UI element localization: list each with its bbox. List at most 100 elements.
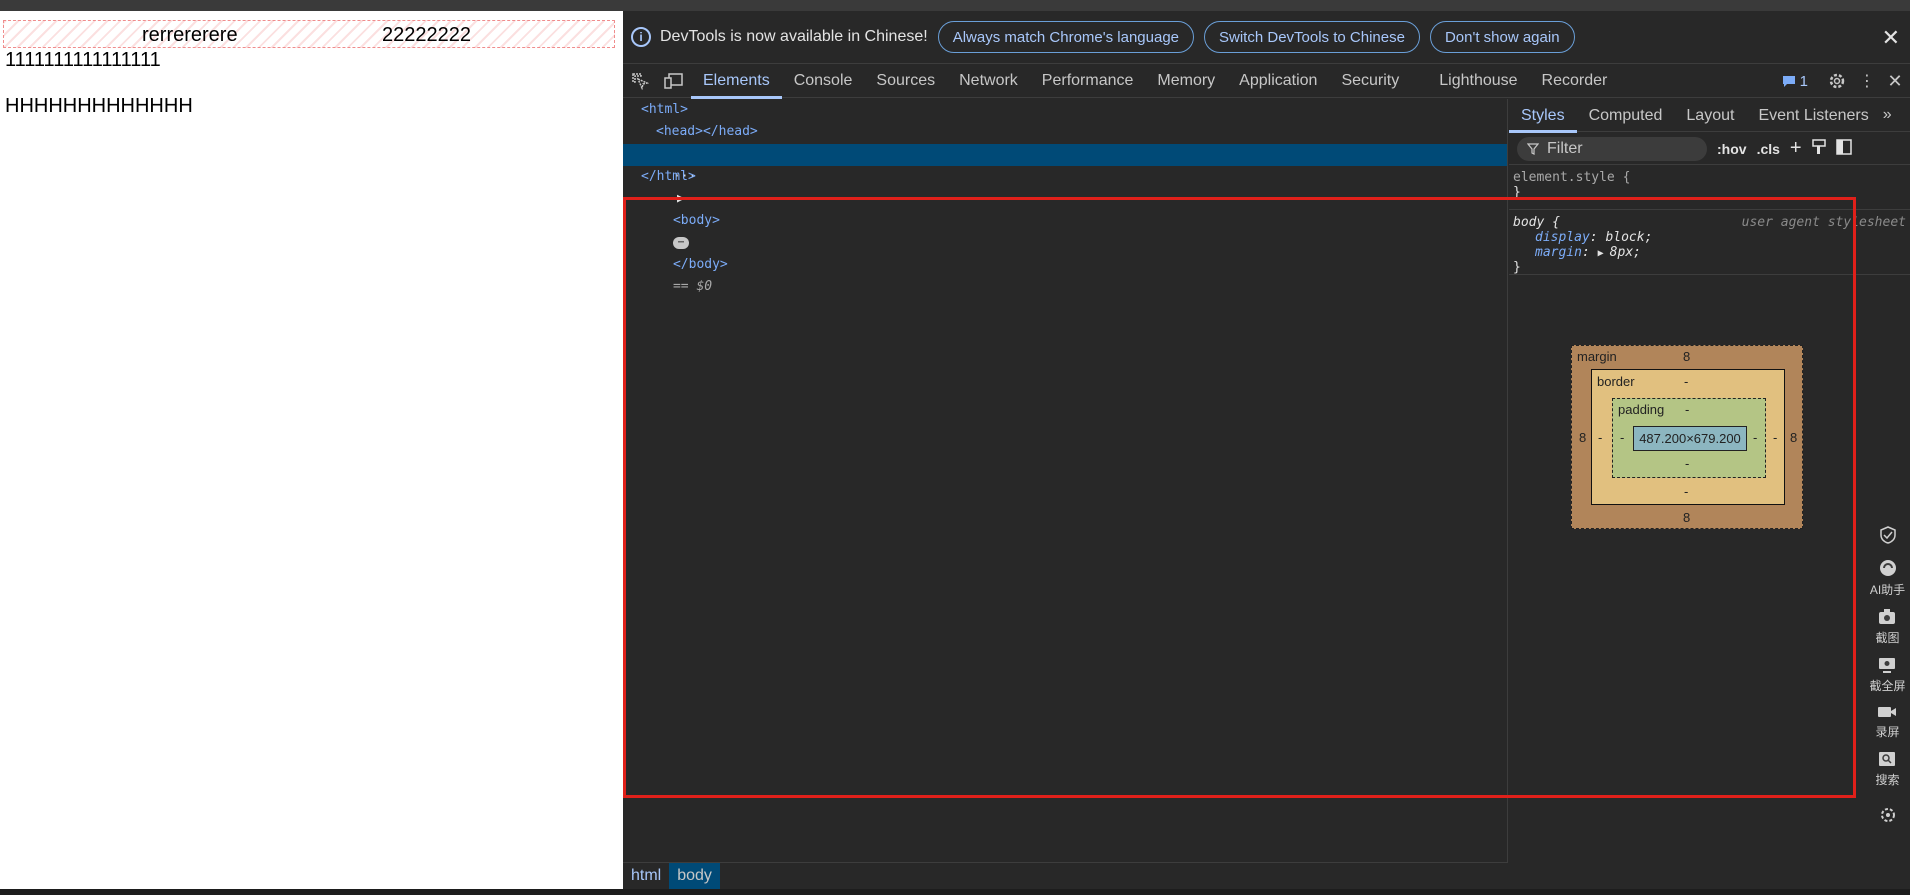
close-devtools-icon[interactable]: ✕ — [1880, 65, 1910, 98]
val-display: block; — [1605, 230, 1653, 245]
tab-styles[interactable]: Styles — [1509, 99, 1577, 133]
search-icon — [1879, 752, 1896, 766]
tab-event-listeners[interactable]: Event Listeners — [1746, 99, 1880, 132]
issues-count: 1 — [1799, 72, 1808, 90]
margin-top-value[interactable]: 8 — [1683, 349, 1690, 364]
toggle-sidebar-icon[interactable] — [1835, 139, 1852, 158]
val-margin: 8px; — [1609, 245, 1641, 260]
search-label: 搜索 — [1875, 773, 1900, 787]
fullscreen-screenshot-label: 截全屏 — [1869, 679, 1906, 693]
border-top-value[interactable]: - — [1684, 374, 1688, 389]
cls-toggle[interactable]: .cls — [1757, 141, 1780, 157]
tab-sources[interactable]: Sources — [864, 65, 947, 98]
bottom-scrollbar[interactable] — [0, 889, 1910, 895]
shield-icon — [1879, 526, 1896, 544]
match-language-button[interactable]: Always match Chrome's language — [937, 21, 1195, 53]
tab-application[interactable]: Application — [1227, 65, 1329, 98]
screenshot-button[interactable]: 截图 — [1875, 608, 1900, 646]
video-camera-icon — [1878, 707, 1897, 717]
padding-label: padding — [1618, 402, 1665, 417]
record-screen-label: 录屏 — [1875, 725, 1900, 739]
shield-button[interactable] — [1878, 525, 1898, 548]
row-text-left: rerrererere — [142, 24, 238, 46]
search-button[interactable]: 搜索 — [1875, 750, 1900, 788]
margin-bottom-value[interactable]: 8 — [1683, 510, 1690, 525]
dom-body-row[interactable]: ··· ▶ <body> ⋯ </body> == $0 — [626, 144, 728, 294]
dom-head[interactable]: <head></head> — [656, 121, 758, 143]
margin-right-value[interactable]: 8 — [1790, 430, 1797, 445]
more-options-icon[interactable]: ⋮ — [1854, 65, 1880, 98]
collapsed-children-icon[interactable]: ⋯ — [672, 236, 689, 249]
padding-left-value[interactable]: - — [1620, 430, 1624, 445]
hov-toggle[interactable]: :hov — [1717, 141, 1747, 157]
tab-memory[interactable]: Memory — [1145, 65, 1227, 98]
settings-gear-icon[interactable] — [1820, 65, 1854, 98]
tab-performance[interactable]: Performance — [1030, 65, 1146, 98]
padding-right-value[interactable]: - — [1753, 430, 1757, 445]
tab-recorder[interactable]: Recorder — [1530, 65, 1620, 98]
filter-placeholder: Filter — [1547, 139, 1583, 157]
body-selector[interactable]: body { — [1513, 215, 1560, 230]
record-screen-button[interactable]: 录屏 — [1875, 704, 1900, 740]
filter-input[interactable]: Filter — [1517, 136, 1707, 161]
box-model-content[interactable]: 487.200×679.200 — [1633, 426, 1747, 451]
body-rule-close: } — [1513, 260, 1521, 275]
border-right-value[interactable]: - — [1773, 430, 1777, 445]
sidetool-settings-button[interactable] — [1879, 806, 1897, 827]
row-text-right: 22222222 — [382, 24, 471, 46]
tab-computed[interactable]: Computed — [1577, 99, 1675, 132]
margin-left-value[interactable]: 8 — [1579, 430, 1586, 445]
tab-console[interactable]: Console — [782, 65, 865, 98]
selected-dom-row[interactable] — [623, 144, 1507, 166]
padding-bottom-value[interactable]: - — [1685, 456, 1689, 471]
inspect-element-icon[interactable] — [623, 65, 657, 98]
border-label: border — [1597, 374, 1635, 389]
element-style-rule: element.style { } — [1509, 166, 1910, 210]
dont-show-again-button[interactable]: Don't show again — [1429, 21, 1575, 53]
fullscreen-capture-icon — [1879, 658, 1896, 673]
switch-language-button[interactable]: Switch DevTools to Chinese — [1204, 21, 1420, 53]
expand-triangle-icon[interactable]: ▶ — [677, 191, 685, 206]
close-icon[interactable]: ✕ — [1882, 25, 1900, 51]
infobar-message: DevTools is now available in Chinese! — [660, 28, 928, 45]
padding-top-value[interactable]: - — [1685, 402, 1689, 417]
dom-html-close[interactable]: </html> — [641, 166, 696, 188]
tab-lighthouse[interactable]: Lighthouse — [1427, 65, 1529, 98]
filter-icon — [1527, 142, 1539, 155]
expand-margin-icon[interactable]: ▶ — [1598, 248, 1610, 259]
page-viewport: rerrererere 22222222 1111111111111111 HH… — [0, 11, 623, 889]
element-style-selector[interactable]: element.style { — [1513, 170, 1910, 185]
border-left-value[interactable]: - — [1598, 430, 1602, 445]
decl-margin[interactable]: margin: ▶ 8px; — [1513, 245, 1910, 260]
breadcrumb-body[interactable]: body — [669, 863, 720, 889]
gear-icon — [1880, 808, 1895, 822]
tab-layout[interactable]: Layout — [1674, 99, 1746, 132]
box-model-border[interactable]: border - - - - padding - - - - 487.200×6… — [1591, 369, 1785, 505]
tab-security[interactable]: Security — [1329, 65, 1411, 98]
box-model-margin[interactable]: margin 8 8 8 8 border - - - - padding - … — [1571, 345, 1803, 529]
border-bottom-value[interactable]: - — [1684, 484, 1688, 499]
box-model-padding[interactable]: padding - - - - 487.200×679.200 — [1612, 398, 1766, 478]
element-style-close: } — [1513, 185, 1521, 200]
ai-assistant-button[interactable]: AI助手 — [1870, 558, 1905, 598]
browser-top-strip — [0, 0, 1910, 11]
rule-source: user agent stylesheet — [1741, 215, 1906, 230]
more-tabs-icon[interactable]: » — [1883, 106, 1892, 124]
message-icon — [1782, 75, 1795, 87]
device-toolbar-icon[interactable] — [657, 65, 691, 98]
dom-html-open[interactable]: <html> — [641, 99, 688, 121]
tab-elements[interactable]: Elements — [691, 65, 782, 99]
new-rule-plus-icon[interactable]: + — [1790, 137, 1802, 160]
fullscreen-screenshot-button[interactable]: 截全屏 — [1869, 656, 1906, 694]
page-line-1: 1111111111111111 — [5, 49, 161, 71]
issues-badge[interactable]: 1 — [1782, 73, 1808, 90]
decl-display[interactable]: display: block; — [1513, 230, 1910, 245]
tab-network[interactable]: Network — [947, 65, 1030, 98]
selected-marker: == $0 — [672, 279, 713, 294]
elements-tree: <html> <head></head> ··· ▶ <body> ⋯ </bo… — [623, 99, 1508, 889]
styles-tabbar: Styles Computed Layout Event Listeners » — [1509, 99, 1910, 133]
margin-label: margin — [1577, 349, 1617, 364]
breadcrumb-html[interactable]: html — [623, 863, 669, 889]
ai-assistant-icon — [1879, 560, 1896, 576]
paint-brush-icon[interactable] — [1811, 139, 1826, 158]
